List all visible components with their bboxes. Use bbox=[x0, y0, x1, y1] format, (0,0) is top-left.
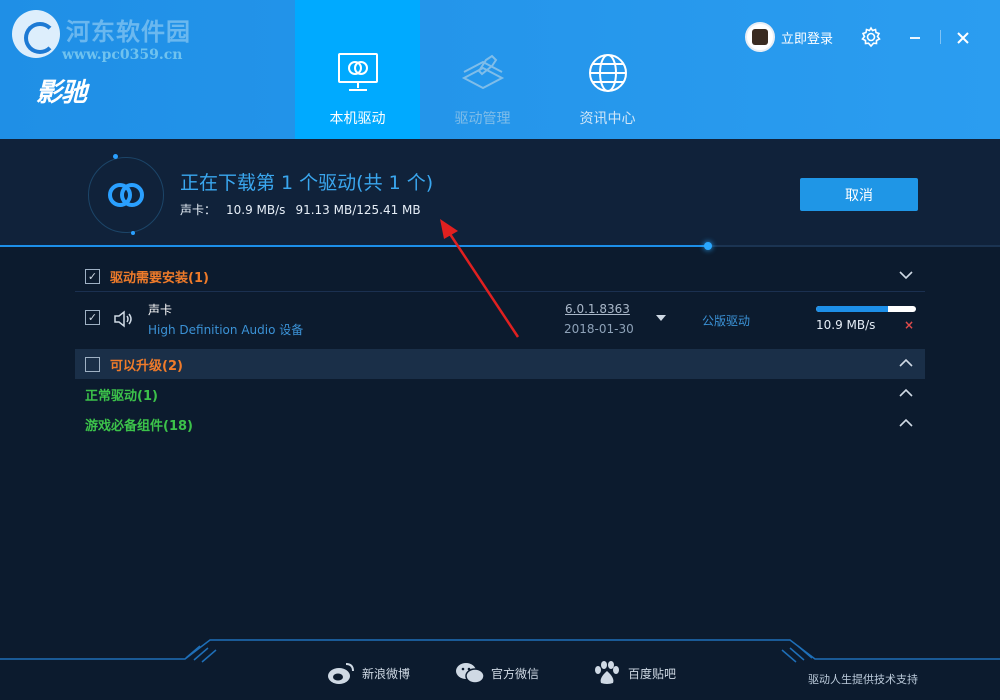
cancel-button[interactable]: 取消 bbox=[800, 178, 918, 211]
window-controls-divider bbox=[940, 30, 941, 44]
version-dropdown-icon[interactable] bbox=[656, 315, 666, 321]
driver-row-checkbox[interactable]: ✓ bbox=[85, 310, 100, 325]
baidu-tieba-link[interactable]: 百度贴吧 bbox=[592, 660, 676, 686]
driver-subtitle: High Definition Audio 设备 bbox=[148, 323, 304, 337]
driver-progress-bar bbox=[816, 306, 916, 312]
tab-label: 驱动管理 bbox=[454, 111, 511, 127]
tab-news-center[interactable]: 资讯中心 bbox=[545, 0, 670, 139]
driver-version-link[interactable]: 6.0.1.8363 bbox=[565, 302, 630, 316]
chevron-up-icon[interactable] bbox=[899, 416, 913, 430]
globe-icon bbox=[583, 48, 633, 98]
minimize-icon[interactable] bbox=[903, 26, 927, 57]
download-meta: 声卡： 10.9 MB/s 91.13 MB/125.41 MB bbox=[180, 201, 431, 218]
tab-label: 本机驱动 bbox=[329, 111, 386, 127]
footer-link-label: 官方微信 bbox=[491, 666, 540, 681]
driver-progress-fill bbox=[816, 306, 888, 312]
wechat-icon bbox=[456, 663, 485, 684]
download-device-label: 声卡： bbox=[180, 203, 217, 217]
section-title: 驱动需要安装(1) bbox=[110, 270, 209, 286]
brand-logo: 影驰 bbox=[36, 78, 87, 108]
driver-type: 公版驱动 bbox=[702, 314, 751, 328]
tab-local-drivers[interactable]: 本机驱动 bbox=[295, 0, 420, 139]
annotation-arrow bbox=[440, 219, 520, 338]
section-upgradable-checkbox[interactable] bbox=[85, 356, 100, 372]
remove-icon[interactable]: × bbox=[904, 318, 914, 332]
download-progress-fill bbox=[0, 245, 708, 247]
close-icon[interactable] bbox=[951, 26, 975, 57]
download-progress-knob bbox=[704, 242, 712, 250]
section-need-install-checkbox[interactable]: ✓ bbox=[85, 268, 100, 284]
chevron-down-icon[interactable] bbox=[899, 268, 913, 282]
avatar bbox=[745, 22, 775, 52]
download-size: 91.13 MB/125.41 MB bbox=[295, 203, 421, 217]
section-title: 游戏必备组件(18) bbox=[85, 418, 193, 434]
section-game-components[interactable]: 游戏必备组件(18) bbox=[75, 409, 925, 439]
section-normal-drivers[interactable]: 正常驱动(1) bbox=[75, 379, 925, 409]
download-title: 正在下载第 1 个驱动(共 1 个) bbox=[180, 172, 434, 194]
driver-name: 声卡 bbox=[148, 303, 173, 317]
wechat-link[interactable]: 官方微信 bbox=[455, 660, 539, 686]
speaker-icon bbox=[112, 308, 134, 330]
download-sync-icon bbox=[88, 154, 164, 235]
section-title: 可以升级(2) bbox=[110, 358, 183, 374]
header-bar: 河东软件园 www.pc0359.cn 影驰 本机驱动 驱动管理 资讯中心 立即… bbox=[0, 0, 1000, 139]
support-text: 驱动人生提供技术支持 bbox=[808, 673, 918, 686]
weibo-link[interactable]: 新浪微博 bbox=[326, 660, 410, 686]
gear-icon[interactable] bbox=[859, 26, 883, 55]
driver-date: 2018-01-30 bbox=[564, 322, 634, 336]
section-title: 正常驱动(1) bbox=[85, 388, 158, 404]
watermark-url: www.pc0359.cn bbox=[62, 47, 183, 63]
tab-label: 资讯中心 bbox=[579, 111, 636, 127]
chevron-up-icon[interactable] bbox=[899, 356, 913, 370]
login-button[interactable]: 立即登录 bbox=[745, 22, 833, 52]
chevron-up-icon[interactable] bbox=[899, 386, 913, 400]
driver-speed: 10.9 MB/s bbox=[816, 318, 876, 332]
login-label: 立即登录 bbox=[781, 31, 834, 47]
monitor-icon bbox=[333, 48, 383, 98]
download-speed: 10.9 MB/s bbox=[226, 203, 286, 217]
footer-link-label: 百度贴吧 bbox=[628, 666, 677, 681]
footer-link-label: 新浪微博 bbox=[362, 666, 411, 681]
section-upgradable[interactable]: 可以升级(2) bbox=[75, 349, 925, 379]
wrench-icon bbox=[458, 48, 508, 98]
baidu-tieba-icon bbox=[595, 661, 619, 684]
watermark-logo-icon bbox=[12, 10, 60, 58]
tab-driver-management[interactable]: 驱动管理 bbox=[420, 0, 545, 139]
weibo-icon bbox=[328, 663, 354, 684]
main-nav: 本机驱动 驱动管理 资讯中心 bbox=[295, 0, 670, 139]
watermark-title: 河东软件园 bbox=[66, 16, 191, 46]
